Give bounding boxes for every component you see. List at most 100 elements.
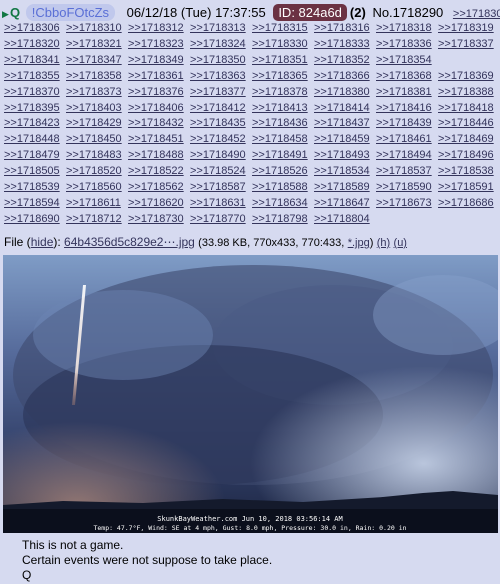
backlink[interactable]: >>1718770 (190, 213, 246, 226)
backlink[interactable]: >>1718439 (376, 117, 432, 130)
h-link[interactable]: (h) (377, 237, 390, 249)
backlink[interactable]: >>1718589 (314, 181, 370, 194)
backlink[interactable]: >>1718491 (252, 149, 308, 162)
backlink[interactable]: >>1718358 (66, 70, 122, 83)
poster-id-badge[interactable]: ID: 824a6d (273, 4, 347, 21)
backlink[interactable]: >>1718313 (190, 22, 246, 35)
backlink[interactable]: >>1718373 (66, 86, 122, 99)
backlink[interactable]: >>1718333 (314, 38, 370, 51)
backlink[interactable]: >>1718416 (376, 102, 432, 115)
backlink[interactable]: >>1718451 (128, 133, 184, 146)
backlink[interactable]: >>1718459 (314, 133, 370, 146)
backlink[interactable]: >>1718315 (252, 22, 308, 35)
backlink[interactable]: >>1718804 (314, 213, 370, 226)
backlink[interactable]: >>1718496 (438, 149, 494, 162)
file-name-link[interactable]: 64b4356d5c829e2⋯.jpg (64, 235, 195, 249)
backlink[interactable]: >>1718673 (376, 197, 432, 210)
backlink[interactable]: >>1718378 (252, 86, 308, 99)
backlink[interactable]: >>1718461 (376, 133, 432, 146)
backlink[interactable]: >>1718594 (4, 197, 60, 210)
backlink[interactable]: >>1718376 (128, 86, 184, 99)
backlink[interactable]: >>1718302 (453, 8, 500, 20)
backlink[interactable]: >>1718562 (128, 181, 184, 194)
backlink[interactable]: >>1718395 (4, 102, 60, 115)
backlink[interactable]: >>1718310 (66, 22, 122, 35)
backlink[interactable]: >>1718429 (66, 117, 122, 130)
backlink[interactable]: >>1718330 (252, 38, 308, 51)
backlink[interactable]: >>1718490 (190, 149, 246, 162)
backlink[interactable]: >>1718448 (4, 133, 60, 146)
backlink[interactable]: >>1718590 (376, 181, 432, 194)
backlink[interactable]: >>1718352 (314, 54, 370, 67)
backlink[interactable]: >>1718414 (314, 102, 370, 115)
backlink[interactable]: >>1718730 (128, 213, 184, 226)
backlink[interactable]: >>1718634 (252, 197, 308, 210)
backlink[interactable]: >>1718647 (314, 197, 370, 210)
backlink[interactable]: >>1718350 (190, 54, 246, 67)
backlink[interactable]: >>1718370 (4, 86, 60, 99)
backlink[interactable]: >>1718336 (376, 38, 432, 51)
u-link[interactable]: (u) (394, 237, 407, 249)
backlink[interactable]: >>1718686 (438, 197, 494, 210)
backlink[interactable]: >>1718538 (438, 165, 494, 178)
post-image[interactable]: SkunkBayWeather.com Jun 10, 2018 03:56:1… (3, 255, 498, 533)
backlink[interactable]: >>1718361 (128, 70, 184, 83)
backlink[interactable]: >>1718355 (4, 70, 60, 83)
backlink[interactable]: >>1718320 (4, 38, 60, 51)
backlink[interactable]: >>1718798 (252, 213, 308, 226)
backlink[interactable]: >>1718483 (66, 149, 122, 162)
backlink[interactable]: >>1718323 (128, 38, 184, 51)
backlink[interactable]: >>1718319 (438, 22, 494, 35)
backlink[interactable]: >>1718432 (128, 117, 184, 130)
backlink[interactable]: >>1718488 (128, 149, 184, 162)
collapse-marker-icon[interactable]: ▶ (2, 5, 10, 23)
backlink[interactable]: >>1718524 (190, 165, 246, 178)
backlink[interactable]: >>1718318 (376, 22, 432, 35)
backlink[interactable]: >>1718493 (314, 149, 370, 162)
tripcode[interactable]: !CbboFOtcZs (25, 4, 116, 21)
backlink[interactable]: >>1718403 (66, 102, 122, 115)
backlink[interactable]: >>1718446 (438, 117, 494, 130)
backlink[interactable]: >>1718537 (376, 165, 432, 178)
backlink[interactable]: >>1718534 (314, 165, 370, 178)
backlink[interactable]: >>1718520 (66, 165, 122, 178)
backlink[interactable]: >>1718479 (4, 149, 60, 162)
backlink[interactable]: >>1718363 (190, 70, 246, 83)
backlink[interactable]: >>1718712 (66, 213, 122, 226)
backlink[interactable]: >>1718316 (314, 22, 370, 35)
backlink[interactable]: >>1718347 (66, 54, 122, 67)
backlink[interactable]: >>1718380 (314, 86, 370, 99)
backlink[interactable]: >>1718312 (128, 22, 184, 35)
backlink[interactable]: >>1718452 (190, 133, 246, 146)
backlink[interactable]: >>1718611 (66, 197, 121, 210)
backlink[interactable]: >>1718560 (66, 181, 122, 194)
backlink[interactable]: >>1718505 (4, 165, 60, 178)
backlink[interactable]: >>1718337 (438, 38, 494, 51)
backlink[interactable]: >>1718587 (190, 181, 246, 194)
backlink[interactable]: >>1718436 (252, 117, 308, 130)
hide-image-link[interactable]: hide (31, 235, 54, 249)
ext-link[interactable]: *.jpg (348, 237, 370, 249)
backlink[interactable]: >>1718413 (252, 102, 308, 115)
backlink[interactable]: >>1718324 (190, 38, 246, 51)
backlink[interactable]: >>1718321 (66, 38, 122, 51)
backlink[interactable]: >>1718690 (4, 213, 60, 226)
backlink[interactable]: >>1718365 (252, 70, 308, 83)
backlink[interactable]: >>1718341 (4, 54, 60, 67)
backlink[interactable]: >>1718412 (190, 102, 246, 115)
post-number[interactable]: No.1718290 (372, 5, 443, 20)
backlink[interactable]: >>1718469 (438, 133, 494, 146)
backlink[interactable]: >>1718418 (438, 102, 494, 115)
backlink[interactable]: >>1718588 (252, 181, 308, 194)
backlink[interactable]: >>1718458 (252, 133, 308, 146)
backlink[interactable]: >>1718631 (190, 197, 246, 210)
backlink[interactable]: >>1718306 (4, 22, 60, 35)
backlink[interactable]: >>1718423 (4, 117, 60, 130)
backlink[interactable]: >>1718494 (376, 149, 432, 162)
backlink[interactable]: >>1718354 (376, 54, 432, 67)
backlink[interactable]: >>1718369 (438, 70, 494, 83)
backlink[interactable]: >>1718368 (376, 70, 432, 83)
backlink[interactable]: >>1718406 (128, 102, 184, 115)
backlink[interactable]: >>1718381 (376, 86, 432, 99)
backlink[interactable]: >>1718522 (128, 165, 184, 178)
